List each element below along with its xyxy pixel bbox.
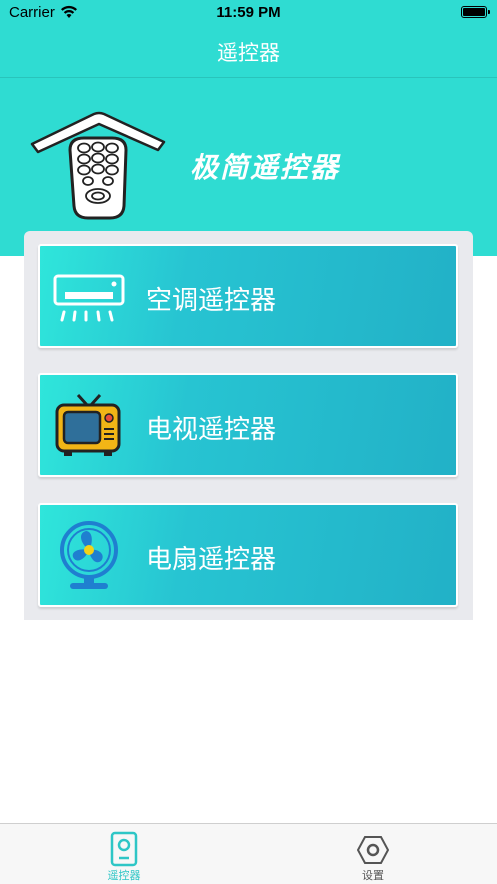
air-conditioner-icon xyxy=(53,274,125,322)
card-label: 电扇遥控器 xyxy=(146,545,277,575)
navigation-bar: 遥控器 xyxy=(0,28,497,78)
card-label: 空调遥控器 xyxy=(146,286,277,316)
tab-settings-label: 设置 xyxy=(362,869,384,882)
status-bar: Carrier 11:59 PM xyxy=(0,0,497,28)
battery-icon xyxy=(461,6,490,18)
remote-logo-icon xyxy=(30,111,166,220)
tab-bar: 遥控器 设置 xyxy=(0,823,497,884)
tab-remote-label: 遥控器 xyxy=(107,869,141,882)
fan-icon xyxy=(60,521,118,589)
tab-remote[interactable]: 遥控器 xyxy=(0,824,248,884)
app-title: 极简遥控器 xyxy=(190,151,341,184)
remote-icon xyxy=(110,831,138,867)
fan-remote-button[interactable]: 电扇遥控器 xyxy=(38,503,458,607)
clock: 11:59 PM xyxy=(216,4,281,21)
header-banner: 极简遥控器 xyxy=(0,78,497,256)
tv-icon xyxy=(55,393,121,456)
settings-hex-icon xyxy=(357,836,389,864)
card-label: 电视遥控器 xyxy=(146,415,277,445)
page-title: 遥控器 xyxy=(217,41,280,65)
air-conditioner-remote-button[interactable]: 空调遥控器 xyxy=(38,244,458,348)
tv-remote-button[interactable]: 电视遥控器 xyxy=(38,373,458,477)
tab-settings[interactable]: 设置 xyxy=(249,824,497,884)
